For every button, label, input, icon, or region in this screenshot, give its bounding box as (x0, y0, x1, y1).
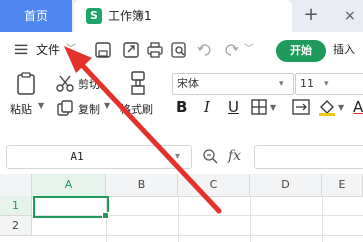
ribbon: 粘贴 ▼ 剪切 复制 ▼ 格式刷 宋体 ▾ 11 ▾ B I U ▼ ▼ A (0, 68, 363, 139)
chevron-down-icon[interactable]: ﹀ (66, 32, 76, 68)
print-preview-icon[interactable] (170, 41, 188, 59)
font-name-value: 宋体 (177, 77, 199, 90)
column-header-b[interactable]: B (106, 174, 178, 196)
quick-toolbar: 文件 ﹀ ﹀ 开始 插入 (0, 32, 363, 68)
save-icon[interactable] (94, 41, 112, 59)
bold-button[interactable]: B (176, 97, 187, 117)
fx-icon[interactable]: fx (228, 138, 241, 174)
underline-button[interactable]: U (228, 97, 239, 117)
copy-button[interactable]: 复制 (78, 101, 100, 117)
select-all-corner[interactable] (0, 174, 32, 196)
font-color-button[interactable]: A (353, 97, 363, 117)
column-header-row: A B C D E (0, 174, 363, 197)
name-box-value: A1 (70, 150, 84, 163)
file-menu-button[interactable]: 文件 (36, 32, 60, 68)
new-tab-button[interactable]: + (300, 0, 322, 30)
italic-button[interactable]: I (204, 97, 210, 117)
print-icon[interactable] (146, 41, 164, 59)
tab-bar: 首页 S 工作簿1 × + (0, 0, 363, 32)
redo-icon[interactable] (222, 41, 240, 59)
fill-color-dropdown-icon[interactable]: ▼ (338, 103, 344, 112)
start-tab[interactable]: 开始 (276, 40, 326, 62)
copy-icon[interactable] (56, 99, 74, 117)
grid-line (32, 235, 363, 236)
menu-icon[interactable] (14, 42, 30, 58)
chevron-down-icon[interactable]: ﹀ (244, 32, 254, 68)
spreadsheet-icon: S (86, 8, 102, 24)
fill-handle[interactable] (102, 212, 109, 219)
column-header-d[interactable]: D (250, 174, 322, 196)
column-header-c[interactable]: C (178, 174, 250, 196)
paste-icon[interactable] (14, 72, 40, 96)
home-tab[interactable]: 首页 (0, 0, 72, 32)
formula-bar: A1 ▾ fx (0, 138, 363, 174)
row-header-2[interactable]: 2 (0, 216, 32, 236)
font-size-select[interactable]: 11 ▾ (295, 73, 363, 95)
row-header-1[interactable]: 1 (0, 196, 32, 216)
font-size-value: 11 (300, 77, 314, 90)
chevron-down-icon: ▾ (324, 79, 329, 89)
active-cell-a1[interactable] (33, 196, 109, 218)
format-painter-icon[interactable] (126, 70, 150, 96)
insert-tab[interactable]: 插入 (333, 32, 355, 68)
column-header-a[interactable]: A (32, 174, 106, 196)
copy-dropdown-icon[interactable]: ▼ (104, 101, 110, 110)
chevron-down-icon[interactable]: ▾ (175, 146, 180, 168)
borders-dropdown-icon[interactable]: ▼ (270, 103, 276, 112)
column-header-e[interactable]: E (322, 174, 363, 196)
cut-button[interactable]: 剪切 (78, 76, 100, 92)
format-painter-button[interactable]: 格式刷 (120, 101, 153, 117)
export-pdf-icon[interactable] (122, 41, 140, 59)
name-box[interactable]: A1 ▾ (6, 145, 192, 169)
workbook-tab[interactable]: S 工作簿1 × (74, 0, 356, 32)
close-tab-icon[interactable]: × (344, 0, 356, 32)
cut-icon[interactable] (56, 74, 74, 92)
paste-dropdown-icon[interactable]: ▼ (38, 101, 44, 110)
font-name-select[interactable]: 宋体 ▾ (172, 73, 294, 95)
workbook-tab-title: 工作簿1 (108, 9, 152, 23)
paste-button[interactable]: 粘贴 (10, 101, 32, 117)
zoom-icon[interactable] (202, 148, 218, 164)
sheet-grid[interactable]: A B C D E 1 2 (0, 174, 363, 242)
merge-cells-icon[interactable] (292, 98, 310, 116)
undo-icon[interactable] (196, 41, 214, 59)
fill-color-icon[interactable] (318, 98, 336, 116)
chevron-down-icon: ▾ (279, 79, 284, 89)
formula-input[interactable] (254, 145, 363, 169)
borders-icon[interactable] (251, 99, 267, 115)
